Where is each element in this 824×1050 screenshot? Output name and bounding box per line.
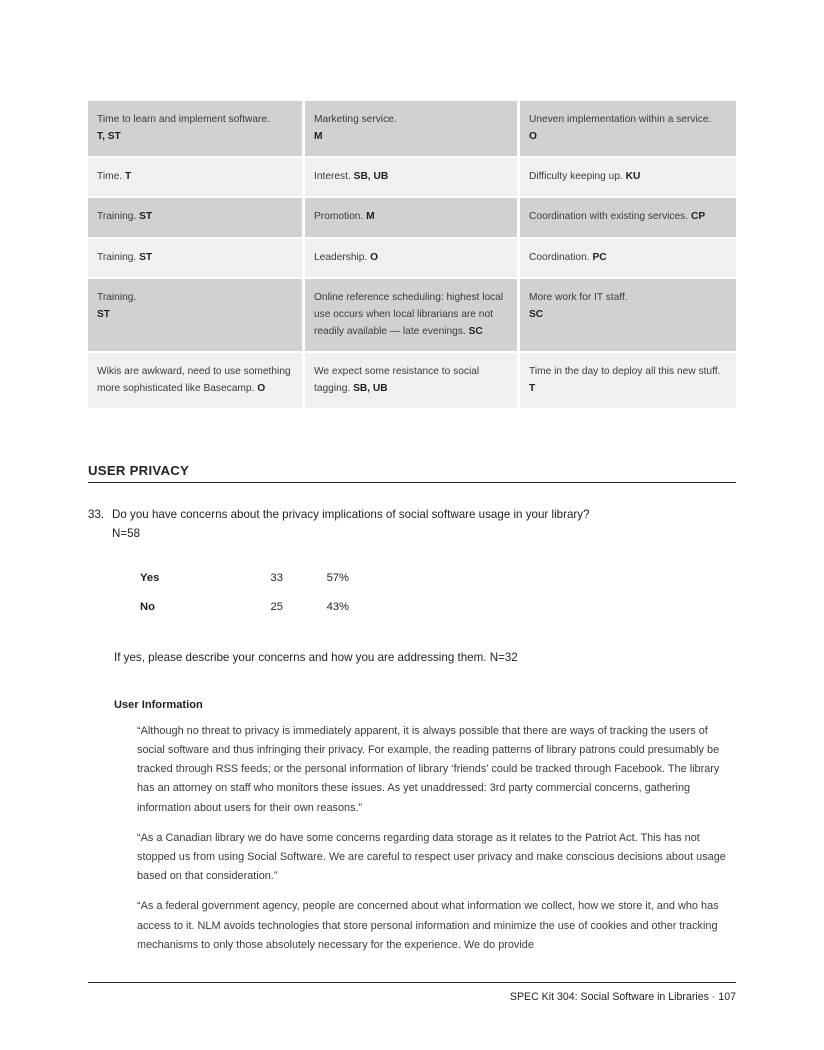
cell-text: Coordination.	[529, 251, 590, 263]
table-cell: Difficulty keeping up. KU	[520, 158, 736, 199]
cell-text: Interest.	[314, 171, 351, 183]
table-cell: Marketing service. M	[305, 101, 520, 159]
cell-text: Coordination with existing services.	[529, 211, 689, 223]
question-row: 33. Do you have concerns about the priva…	[88, 505, 736, 524]
table-cell: Time in the day to deploy all this new s…	[520, 353, 736, 411]
results-percent: 57%	[326, 572, 349, 584]
results-percent: 43%	[326, 601, 349, 613]
cell-code: ST	[139, 211, 153, 223]
cell-code: ST	[97, 308, 111, 320]
cell-code: M	[366, 211, 375, 223]
comment-list: “Although no threat to privacy is immedi…	[114, 722, 736, 955]
table-cell: Training. ST	[88, 198, 305, 239]
results-label: No	[140, 601, 155, 613]
challenges-table: Time to learn and implement software. T, …	[88, 101, 736, 411]
results-row: No 25 43%	[140, 601, 349, 630]
cell-text: Promotion.	[314, 211, 364, 223]
question-respondent-count: N=58	[112, 527, 141, 540]
question-number: 33.	[88, 508, 105, 521]
table-body: Time to learn and implement software. T, …	[88, 101, 736, 411]
cell-code: PC	[592, 251, 607, 263]
cell-code: SB, UB	[353, 171, 389, 183]
cell-code: O	[257, 383, 266, 395]
table-cell: Online reference scheduling: highest loc…	[305, 278, 520, 354]
cell-code: M	[314, 131, 323, 143]
comment-quote: “Although no threat to privacy is immedi…	[137, 724, 720, 814]
table-row: Training. ST Online reference scheduling: …	[88, 278, 736, 354]
cell-text: Leadership.	[314, 251, 368, 263]
table-row: Wikis are awkward, need to use something…	[88, 353, 736, 411]
question-text: Do you have concerns about the privacy i…	[112, 508, 590, 521]
cell-code: ST	[139, 251, 153, 263]
results-count: 25	[270, 601, 283, 613]
cell-code: T	[124, 171, 132, 183]
table-cell: Coordination with existing services. CP	[520, 198, 736, 239]
cell-text: Marketing service.	[314, 114, 397, 125]
cell-code: T, ST	[97, 131, 121, 143]
cell-text: Uneven implementation within a service.	[529, 114, 712, 125]
cell-text: Time.	[97, 171, 123, 183]
table-cell: Uneven implementation within a service. O	[520, 101, 736, 159]
table-cell: Training. ST	[88, 278, 305, 354]
table-row: Training. ST Promotion. M Coordination wit…	[88, 198, 736, 239]
results-label: Yes	[140, 572, 160, 584]
cell-code: KU	[625, 171, 641, 183]
cell-text: Training.	[97, 251, 137, 263]
table-cell: Leadership. O	[305, 238, 520, 279]
table-row: Time. T Interest. SB, UB Difficulty keepin…	[88, 158, 736, 199]
table-cell: Interest. SB, UB	[305, 158, 520, 199]
results-count: 33	[270, 572, 283, 584]
table-cell: Promotion. M	[305, 198, 520, 239]
cell-text: Difficulty keeping up.	[529, 171, 623, 183]
comments-section: User Information “Although no threat to …	[114, 699, 736, 955]
table-cell: Training. ST	[88, 238, 305, 279]
table-cell: Wikis are awkward, need to use something…	[88, 353, 305, 411]
results-row: Yes 33 57%	[140, 572, 349, 601]
cell-code: SC	[529, 308, 544, 320]
comment-quote: “As a Canadian library we do have some c…	[137, 831, 726, 883]
document-page: Time to learn and implement software. T, …	[0, 0, 824, 1050]
cell-code: O	[529, 131, 537, 143]
table-cell: Time to learn and implement software. T, …	[88, 101, 305, 159]
table-cell: We expect some resistance to social tagg…	[305, 353, 520, 411]
comment-group-label: User Information	[114, 699, 203, 711]
cell-code: SB, UB	[353, 383, 388, 395]
table-row: Time to learn and implement software. T, …	[88, 101, 736, 159]
section-heading-user-privacy: USER PRIVACY	[88, 463, 736, 483]
footer-text: SPEC Kit 304: Social Software in Librari…	[509, 991, 736, 1003]
cell-code: SC	[468, 325, 483, 337]
cell-text: More work for IT staff.	[529, 291, 628, 303]
cell-code: O	[370, 251, 379, 263]
question-block: 33. Do you have concerns about the priva…	[88, 505, 736, 543]
cell-text: Time to learn and implement software.	[97, 114, 270, 125]
cell-code: T	[529, 383, 536, 395]
cell-code: CP	[690, 211, 706, 223]
footer-divider	[88, 982, 736, 983]
followup-prompt: If yes, please describe your concerns an…	[114, 651, 518, 664]
cell-text: Time in the day to deploy all this new s…	[529, 366, 721, 378]
cell-text: Training.	[97, 211, 137, 223]
results-table: Yes 33 57% No 25 43%	[140, 572, 349, 630]
table-cell: Time. T	[88, 158, 305, 199]
table-cell: Coordination. PC	[520, 238, 736, 279]
table-row: Training. ST Leadership. O Coordination. P…	[88, 238, 736, 279]
comment-quote: “As a federal government agency, people …	[137, 900, 719, 951]
cell-text: We expect some resistance to social tagg…	[314, 366, 480, 395]
cell-text: Training.	[97, 291, 137, 303]
table-cell: More work for IT staff. SC	[520, 278, 736, 354]
